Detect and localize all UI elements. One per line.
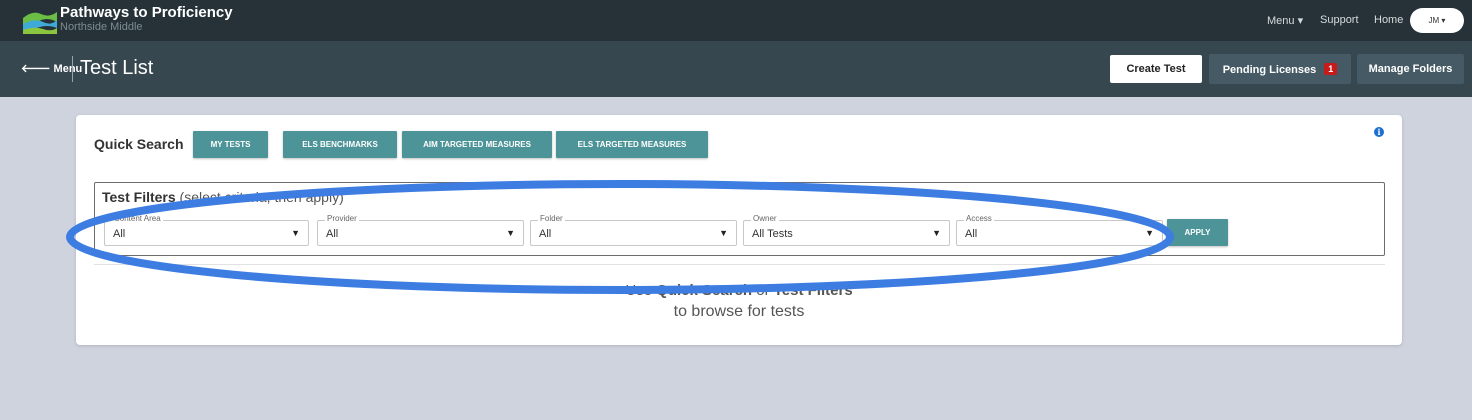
caret-down-icon: ▼: [291, 228, 300, 238]
owner-select[interactable]: Owner All Tests ▼: [743, 214, 950, 246]
back-menu-button[interactable]: 🡐 Menu: [21, 61, 82, 75]
top-menu-dropdown[interactable]: Menu ▾: [1267, 14, 1303, 27]
folder-select[interactable]: Folder All ▼: [530, 214, 737, 246]
owner-value: All Tests: [752, 228, 793, 240]
empty-state-line2: to browse for tests: [673, 303, 805, 320]
support-link[interactable]: Support: [1320, 14, 1359, 26]
provider-label: Provider: [325, 214, 359, 223]
top-bar: Pathways to Proficiency Northside Middle…: [0, 0, 1472, 41]
empty-quick-search-text: Quick Search: [656, 282, 753, 299]
user-menu-avatar[interactable]: JM ▾: [1410, 8, 1464, 33]
test-filters-title: Test Filters (select criteria, then appl…: [102, 189, 344, 205]
provider-select[interactable]: Provider All ▼: [317, 214, 524, 246]
folder-value: All: [539, 228, 552, 240]
school-name: Northside Middle: [60, 21, 143, 33]
apply-filters-button[interactable]: APPLY: [1167, 219, 1228, 246]
page-title: Test List: [80, 57, 154, 79]
folder-label: Folder: [538, 214, 565, 223]
access-value: All: [965, 228, 978, 240]
caret-down-icon: ▼: [1145, 228, 1154, 238]
test-filters-hint: (select criteria, then apply): [179, 189, 344, 205]
content-area-select[interactable]: Content Area All ▼: [104, 214, 309, 246]
content-area-label: Content Area: [112, 214, 163, 223]
aim-targeted-measures-button[interactable]: AIM TARGETED MEASURES: [402, 131, 552, 158]
page-header: 🡐 Menu Test List Create Test Pending Lic…: [0, 41, 1472, 97]
pending-count-badge: 1: [1324, 62, 1338, 75]
test-search-card: Quick Search MY TESTS ELS BENCHMARKS AIM…: [76, 115, 1402, 345]
empty-state-line1: Use Quick Search or Test Filters: [76, 282, 1402, 299]
access-label: Access: [964, 214, 994, 223]
my-tests-button[interactable]: MY TESTS: [193, 131, 268, 158]
test-filters-heading: Test Filters: [102, 189, 176, 205]
quick-search-label: Quick Search: [94, 136, 184, 152]
caret-down-icon: ▼: [506, 228, 515, 238]
caret-down-icon: ▼: [719, 228, 728, 238]
caret-down-icon: ▼: [932, 228, 941, 238]
info-icon[interactable]: i: [1374, 127, 1384, 137]
els-benchmarks-button[interactable]: ELS BENCHMARKS: [283, 131, 397, 158]
test-filters-panel: Test Filters (select criteria, then appl…: [94, 182, 1385, 256]
header-divider: [72, 56, 73, 82]
owner-label: Owner: [751, 214, 779, 223]
empty-or-text: or: [756, 282, 770, 299]
content-area-value: All: [113, 228, 126, 240]
empty-test-filters-text: Test Filters: [773, 282, 853, 299]
provider-value: All: [326, 228, 339, 240]
divider: [94, 264, 1385, 265]
empty-use-text: Use: [625, 282, 652, 299]
manage-folders-button[interactable]: Manage Folders: [1357, 54, 1464, 84]
landscape-logo-icon[interactable]: [23, 8, 57, 34]
pending-licenses-button[interactable]: Pending Licenses 1: [1209, 54, 1351, 84]
create-test-button[interactable]: Create Test: [1110, 55, 1202, 83]
els-targeted-measures-button[interactable]: ELS TARGETED MEASURES: [556, 131, 708, 158]
access-select[interactable]: Access All ▼: [956, 214, 1163, 246]
pending-licenses-label: Pending Licenses: [1222, 63, 1317, 76]
app-name: Pathways to Proficiency: [60, 4, 233, 21]
home-link[interactable]: Home: [1374, 14, 1403, 26]
